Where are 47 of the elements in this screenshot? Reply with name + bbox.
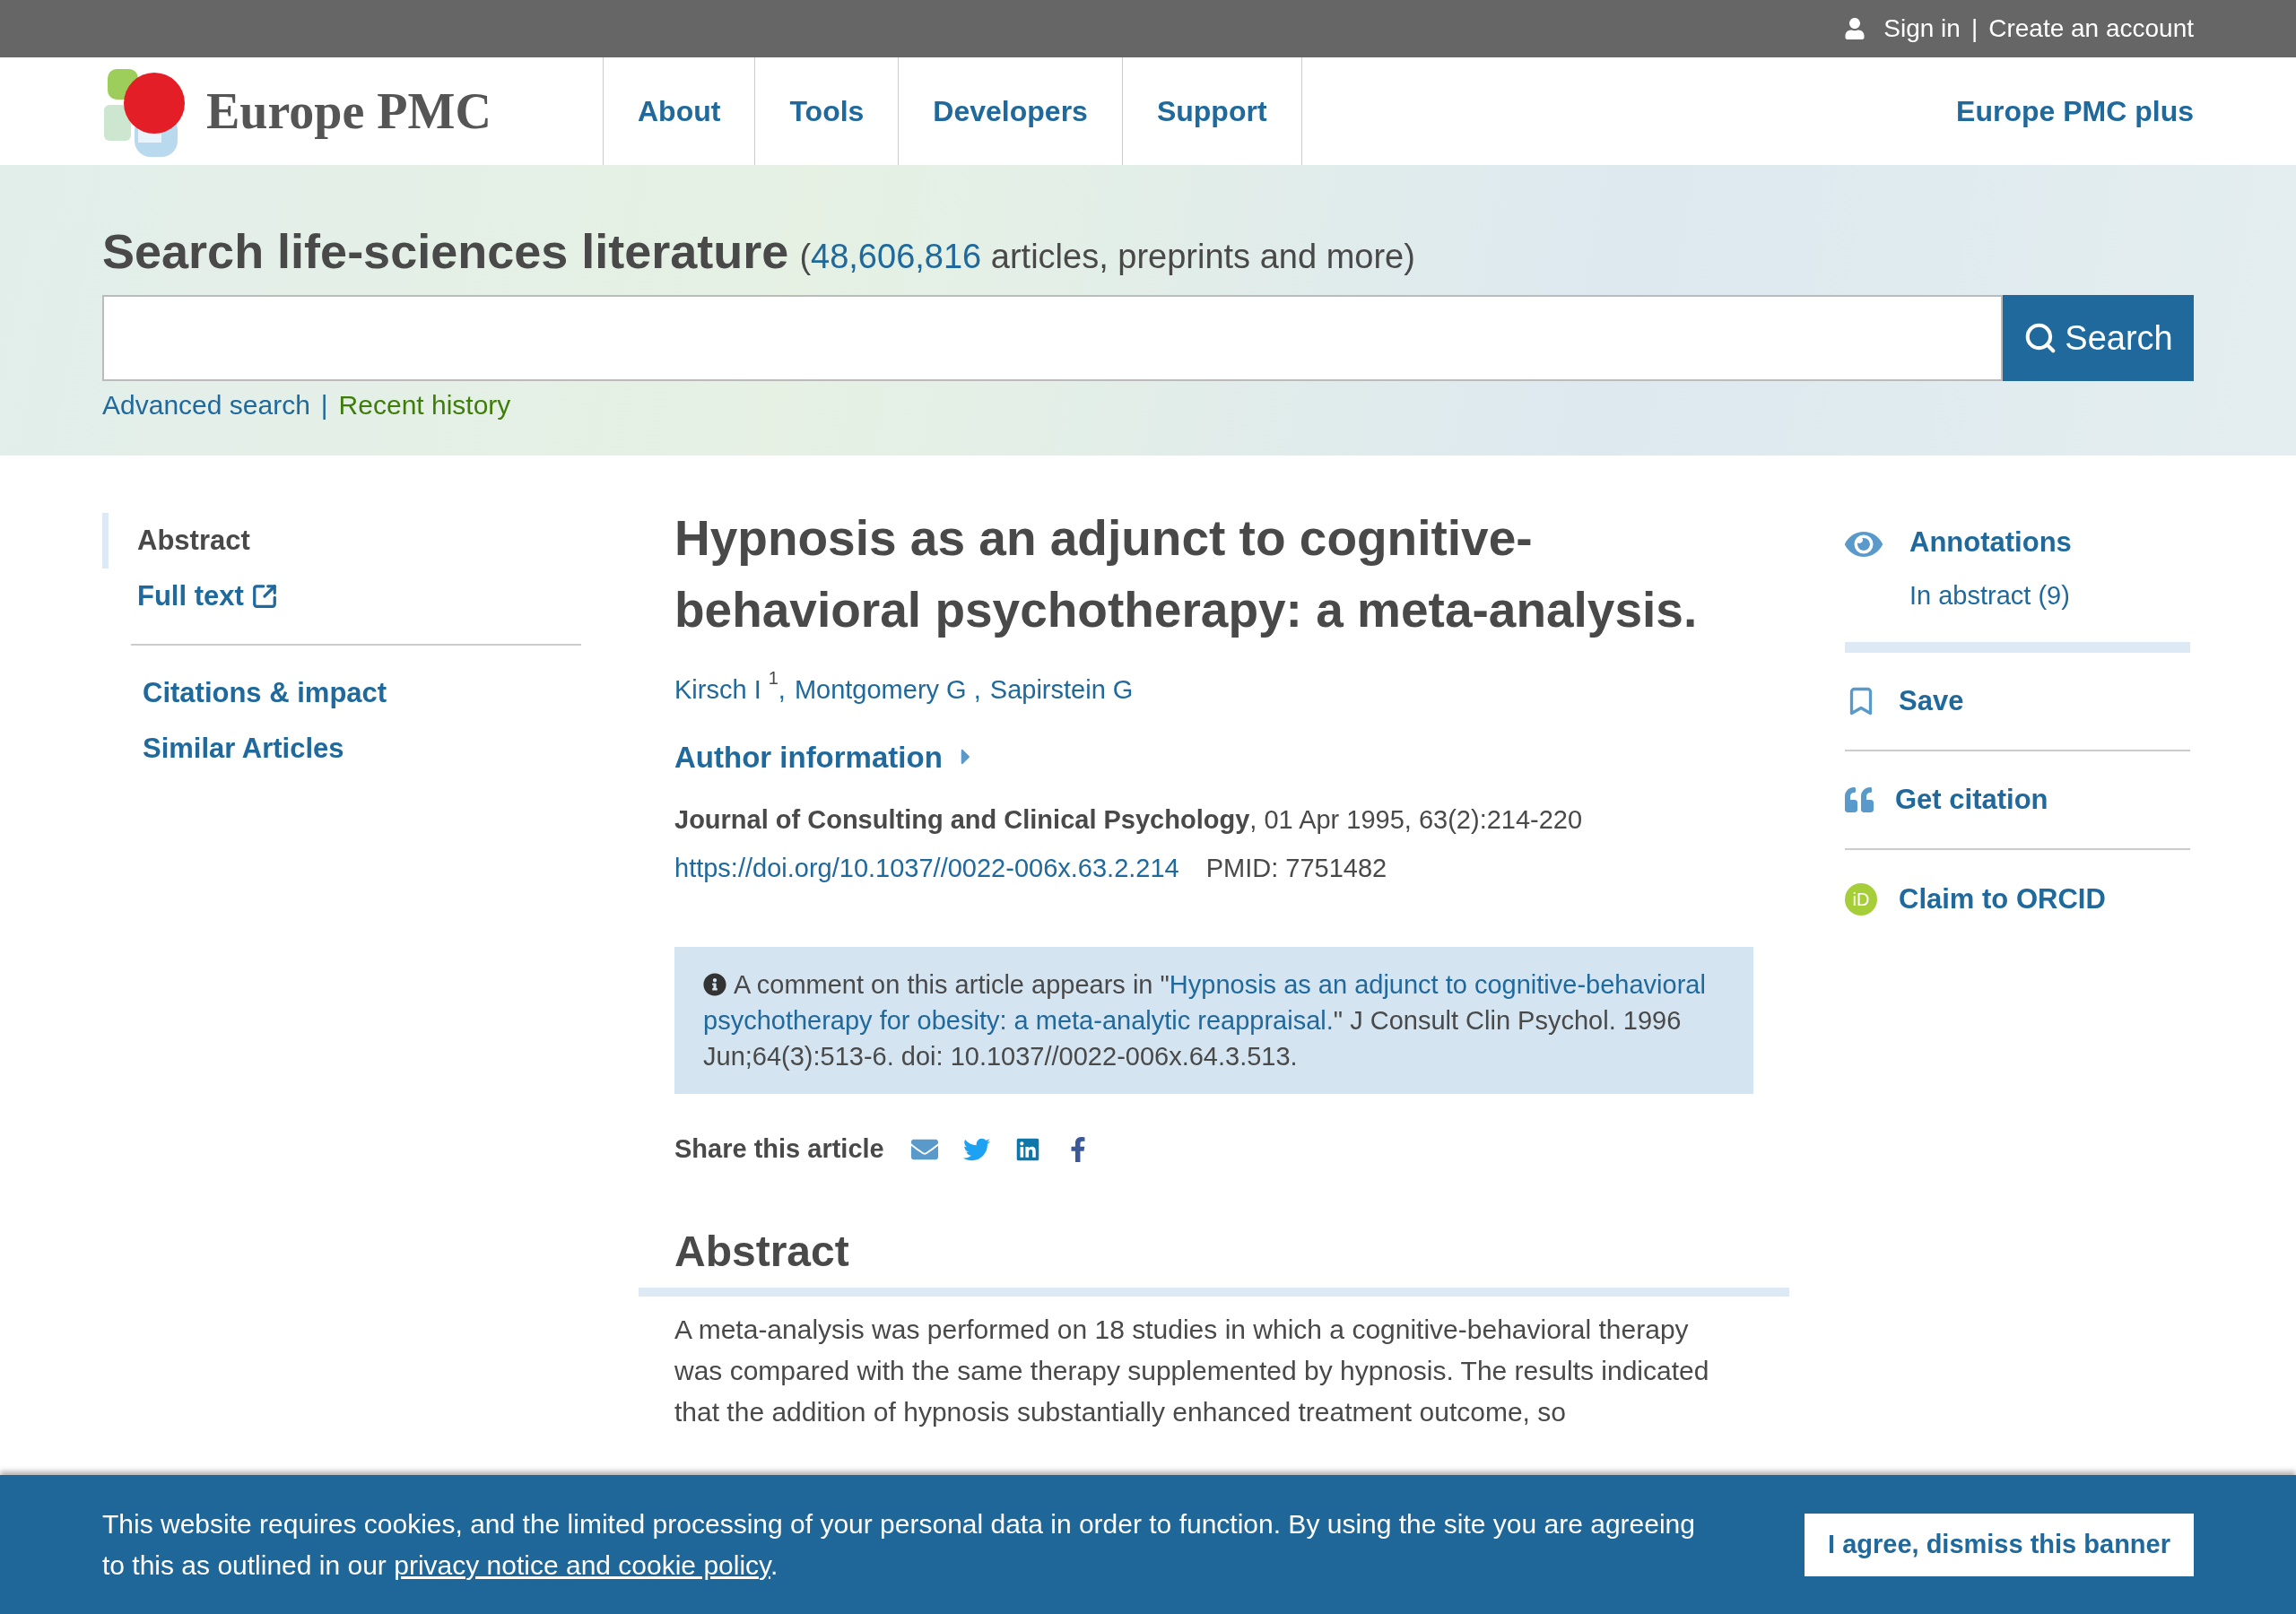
share-label: Share this article [674,1133,884,1165]
action-link[interactable]: Save [1899,680,1964,723]
advanced-search-link[interactable]: Advanced search [102,385,310,425]
orcid-icon: iD [1845,883,1877,915]
linkedin-icon[interactable] [1014,1136,1040,1162]
quote-icon [1845,785,1874,814]
search-heading: Search life-sciences literature [102,223,789,280]
author-separator: , [778,674,786,706]
action-link[interactable]: Claim to ORCID [1899,878,2106,921]
logo-text[interactable]: Europe PMC [206,74,491,149]
author-link[interactable]: Sapirstein G [989,671,1134,710]
recent-history-link[interactable]: Recent history [338,385,511,425]
pmid-text: PMID: 7751482 [1205,852,1387,884]
annotations-link[interactable]: Annotations [1909,522,2072,564]
separator: | [1970,13,1979,44]
comment-text: A comment on this article appears in "Hypnosis as an adjunct to cognitive-behavioral psychotherapy for obesity: a meta-analytic reappraisal." J Consult Clin Psychol. 1996 Jun;64(3):513-6. doi: 10.1037//0022-006x.64.3.513. [703,969,1707,1072]
abstract-text: A meta-analysis was performed on 18 studies in which a cognitive-behavioral therapy was compared with the same therapy supplemented by hypnosis. The results indicated that the addition of hypnosis substantially enhanced treatment outcome, so [674,1313,1710,1428]
article-count-text: (48,606,816 articles, preprints and more) [799,237,1415,277]
author-link[interactable]: Kirsch I [674,671,761,710]
separator: | [320,389,328,421]
comment-link[interactable]: Hypnosis as an adjunct to cognitive-behavioral [1169,970,1706,999]
create-account-link[interactable]: Create an account [1988,10,2194,48]
author-link[interactable]: Montgomery G [794,671,967,710]
external-link-icon [250,583,278,610]
in-abstract-link[interactable]: In abstract (9) [1909,576,2072,615]
sign-in-link[interactable]: Sign in [1883,10,1961,48]
dismiss-banner-button[interactable]: I agree, dismiss this banner [1805,1513,2194,1576]
privacy-policy-link[interactable]: privacy notice and cookie policy [394,1549,770,1580]
article-title: Hypnosis as an adjunct to cognitive-behavioral psychotherapy: a meta-analysis. [674,509,1699,639]
comment-link[interactable]: psychotherapy for obesity: a meta-analytic reappraisal. [703,1006,1334,1035]
side-nav-link[interactable]: Full text [102,568,581,624]
author-separator: , [972,674,981,706]
side-nav-link[interactable]: Abstract [102,513,581,568]
author-information-toggle[interactable]: Author information [674,734,1753,779]
info-icon [703,972,726,996]
search-button[interactable]: Search [2003,295,2194,381]
cookie-notice-text: This website requires cookies, and the limited processing of your personal data in order to function. By using the site you are agreeing to this as outlined in our privacy notice and cookie policy. [102,1507,1696,1582]
side-nav-link[interactable]: Similar Articles [131,721,581,777]
user-icon [1844,18,1866,39]
journal-citation: Journal of Consulting and Clinical Psychology, 01 Apr 1995, 63(2):214-220 [674,804,1584,836]
europe-pmc-plus-link[interactable]: Europe PMC plus [1956,57,2194,165]
action-link[interactable]: Get citation [1895,778,2048,821]
search-field[interactable] [102,295,2003,381]
side-nav-link[interactable]: Citations & impact [131,665,581,721]
abstract-heading: Abstract [674,1226,850,1277]
affiliation-mark: 1 [768,669,778,687]
doi-link[interactable]: https://doi.org/10.1037//0022-006x.63.2.214 [674,848,1179,888]
